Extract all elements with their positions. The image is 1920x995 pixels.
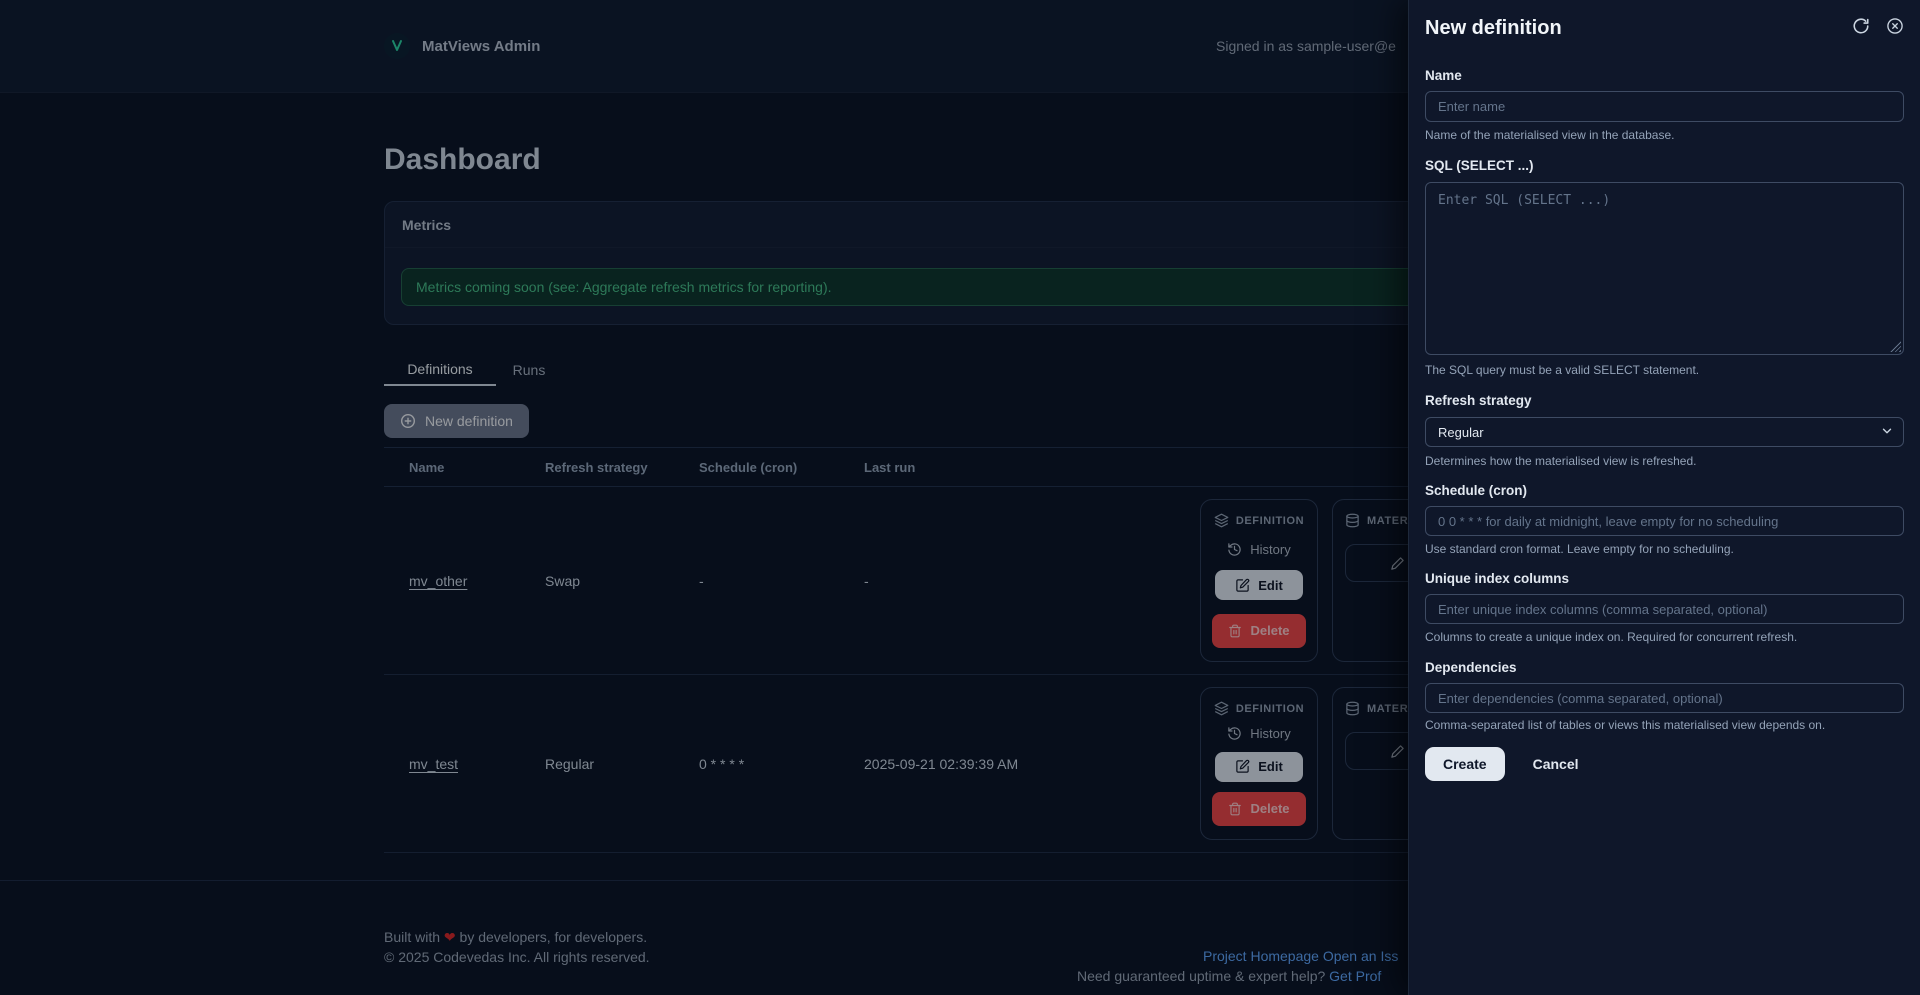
sql-field-label: SQL (SELECT ...) [1425, 158, 1534, 173]
name-input[interactable] [1425, 91, 1904, 122]
new-definition-drawer: New definition Name Name of the material… [1408, 0, 1920, 995]
sql-textarea[interactable] [1425, 182, 1904, 355]
name-field-label: Name [1425, 68, 1462, 83]
refresh-strategy-label: Refresh strategy [1425, 393, 1532, 408]
sql-textarea-wrap [1425, 182, 1904, 355]
dependencies-field-label: Dependencies [1425, 660, 1517, 675]
schedule-field-label: Schedule (cron) [1425, 483, 1528, 498]
name-field-helper: Name of the materialised view in the dat… [1425, 128, 1675, 142]
drawer-actions: Create Cancel [1425, 747, 1904, 781]
refresh-strategy-select-wrap: Regular [1425, 417, 1904, 447]
dependencies-input[interactable] [1425, 683, 1904, 713]
refresh-icon[interactable] [1852, 17, 1870, 35]
screen: MatViews Admin Signed in as sample-user@… [0, 0, 1920, 995]
refresh-strategy-select[interactable]: Regular [1425, 417, 1904, 447]
schedule-input[interactable] [1425, 506, 1904, 536]
refresh-strategy-helper: Determines how the materialised view is … [1425, 454, 1697, 468]
unique-index-field-helper: Columns to create a unique index on. Req… [1425, 630, 1798, 644]
sql-field-helper: The SQL query must be a valid SELECT sta… [1425, 363, 1700, 377]
unique-index-input[interactable] [1425, 594, 1904, 624]
cancel-button[interactable]: Cancel [1527, 755, 1585, 773]
unique-index-field-label: Unique index columns [1425, 571, 1570, 586]
close-icon[interactable] [1886, 17, 1904, 35]
dependencies-field-helper: Comma-separated list of tables or views … [1425, 718, 1826, 732]
drawer-title: New definition [1425, 17, 1562, 39]
create-button[interactable]: Create [1425, 747, 1505, 781]
schedule-field-helper: Use standard cron format. Leave empty fo… [1425, 542, 1734, 556]
drawer-header-icons [1852, 17, 1904, 35]
